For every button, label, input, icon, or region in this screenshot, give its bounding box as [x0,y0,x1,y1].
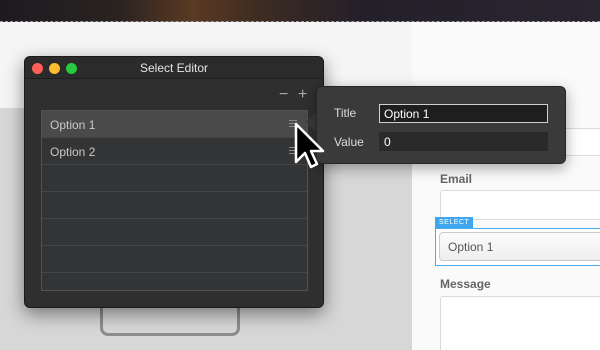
empty-row [42,192,307,219]
email-label: Email [440,172,473,186]
window-title: Select Editor [139,61,209,75]
arrow-cursor-icon [294,122,325,169]
empty-row [42,246,307,273]
page-hero-image [0,0,600,22]
add-option-button[interactable]: + [298,87,307,103]
value-label: Value [334,135,364,149]
email-field[interactable] [440,190,600,220]
option-label: Option 1 [50,118,96,132]
select-editor-window: Select Editor − + Option 1 Option 2 [24,56,324,308]
message-label: Message [440,277,491,291]
option-title-input[interactable] [379,104,548,123]
title-label: Title [334,106,357,120]
remove-option-button[interactable]: − [279,87,288,103]
select-element-tag: SELECT [435,217,474,228]
option-value-input[interactable] [379,132,548,151]
option-row[interactable]: Option 1 [42,111,307,138]
empty-row [42,219,307,246]
select-dropdown[interactable]: Option 1 [439,232,600,261]
window-titlebar[interactable]: Select Editor [25,57,323,79]
option-popover [316,86,566,164]
option-label: Option 2 [50,145,96,159]
options-list: Option 1 Option 2 [41,110,308,291]
message-field[interactable] [440,296,600,350]
empty-row [42,165,307,192]
option-row[interactable]: Option 2 [42,138,307,165]
